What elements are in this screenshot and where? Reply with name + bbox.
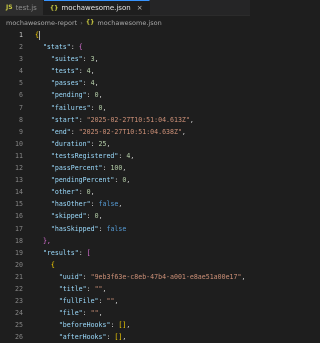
line-number: 1 [19,31,23,39]
code-text: "start": "2025-02-27T10:51:04.613Z", [50,115,194,124]
code-text: "pending": 0, [50,91,103,100]
code-text: "pendingPercent": 0, [50,176,131,185]
line-number: 24 [15,309,23,318]
code-line[interactable]: 11 "testsRegistered": 4, [0,150,250,162]
breadcrumb: mochawesome-report › {} mochawesome.json [0,16,250,29]
code-text: "duration": 25, [50,139,111,148]
code-line[interactable]: 13 "pendingPercent": 0, [0,174,250,186]
line-number: 3 [19,55,23,64]
tab-test-js[interactable]: JS test.js [0,0,44,15]
close-icon[interactable]: × [137,4,143,12]
code-line[interactable]: 4 "tests": 4, [0,65,250,77]
line-number: 14 [15,188,23,197]
tab-mochawesome-json[interactable]: {} mochawesome.json × [43,0,150,15]
line-number: 6 [19,91,23,100]
code-line[interactable]: 22 "title": "", [0,283,250,295]
code-line[interactable]: 26 "afterHooks": [], [0,331,250,343]
code-line[interactable]: 1{ [0,29,250,41]
line-number: 13 [15,176,23,185]
line-number: 12 [15,164,23,173]
text-caret [38,30,40,40]
code-line[interactable]: 10 "duration": 25, [0,138,250,150]
code-line[interactable]: 8 "start": "2025-02-27T10:51:04.613Z", [0,114,250,126]
code-line[interactable]: 25 "beforeHooks": [], [0,319,250,331]
code-text: "failures": 0, [50,103,107,112]
code-line[interactable]: 24 "file": "", [0,307,250,319]
line-number: 7 [19,103,23,112]
code-text: "tests": 4, [50,67,95,76]
line-number: 5 [19,79,23,88]
line-number: 17 [15,224,23,233]
code-text: "suites": 3, [50,55,99,64]
js-file-icon: JS [6,4,13,11]
code-text: "fullFile": "", [58,297,119,306]
line-number: 19 [15,248,23,257]
code-line[interactable]: 12 "passPercent": 100, [0,162,250,174]
code-text: "skipped": 0, [50,212,103,221]
code-line[interactable]: 2 "stats": { [0,41,250,53]
code-line[interactable]: 17 "hasSkipped": false [0,223,250,235]
line-number: 20 [15,260,23,269]
code-line[interactable]: 20 { [0,259,250,271]
line-number: 18 [15,236,23,245]
line-number: 15 [15,200,23,209]
line-number: 8 [19,115,23,124]
tab-label: test.js [15,3,37,12]
chevron-right-icon: › [80,18,83,27]
code-text: "hasSkipped": false [50,224,127,233]
line-number: 26 [15,333,23,342]
code-line[interactable]: 19 "results": [ [0,247,250,259]
code-line[interactable]: 15 "hasOther": false, [0,198,250,210]
code-text: { [50,260,55,269]
code-line[interactable]: 5 "passes": 4, [0,77,250,89]
line-number: 16 [15,212,23,221]
line-number: 9 [19,127,23,136]
code-text: }, [42,236,51,245]
code-text: "results": [ [42,248,91,257]
line-number: 22 [15,284,23,293]
code-text: "title": "", [58,284,107,293]
code-text: "passPercent": 100, [50,164,127,173]
code-line[interactable]: 9 "end": "2025-02-27T10:51:04.638Z", [0,126,250,138]
line-number: 23 [15,297,23,306]
code-text: "end": "2025-02-27T10:51:04.638Z", [50,127,186,136]
json-file-icon: {} [85,19,95,26]
code-text: { [35,30,40,40]
code-editor[interactable]: 1{2 "stats": {3 "suites": 3, 4 "tests": 4… [0,29,250,343]
code-text: "afterHooks": [], [58,333,127,342]
code-line[interactable]: 18 }, [0,235,250,247]
tab-label: mochawesome.json [61,4,131,12]
code-line[interactable]: 3 "suites": 3, [0,53,250,65]
code-line[interactable]: 6 "pending": 0, [0,89,250,101]
breadcrumb-file[interactable]: mochawesome.json [97,19,161,27]
line-number: 11 [15,151,23,160]
code-line[interactable]: 16 "skipped": 0, [0,210,250,222]
code-text: "stats": { [42,43,83,52]
line-number: 4 [19,67,23,76]
code-line[interactable]: 7 "failures": 0, [0,102,250,114]
json-file-icon: {} [49,4,59,12]
code-text: "other": 0, [50,188,95,197]
breadcrumb-folder[interactable]: mochawesome-report [6,19,77,27]
code-text: "beforeHooks": [], [58,321,131,330]
line-number: 25 [15,321,23,330]
code-text: "testsRegistered": 4, [50,151,135,160]
editor-tab-bar: JS test.js {} mochawesome.json × [0,0,250,16]
code-text: "file": "", [58,309,103,318]
code-text: "hasOther": false, [50,200,123,209]
code-line[interactable]: 14 "other": 0, [0,186,250,198]
code-line[interactable]: 23 "fullFile": "", [0,295,250,307]
line-number: 10 [15,139,23,148]
line-number: 2 [19,43,23,52]
code-text: "passes": 4, [50,79,99,88]
